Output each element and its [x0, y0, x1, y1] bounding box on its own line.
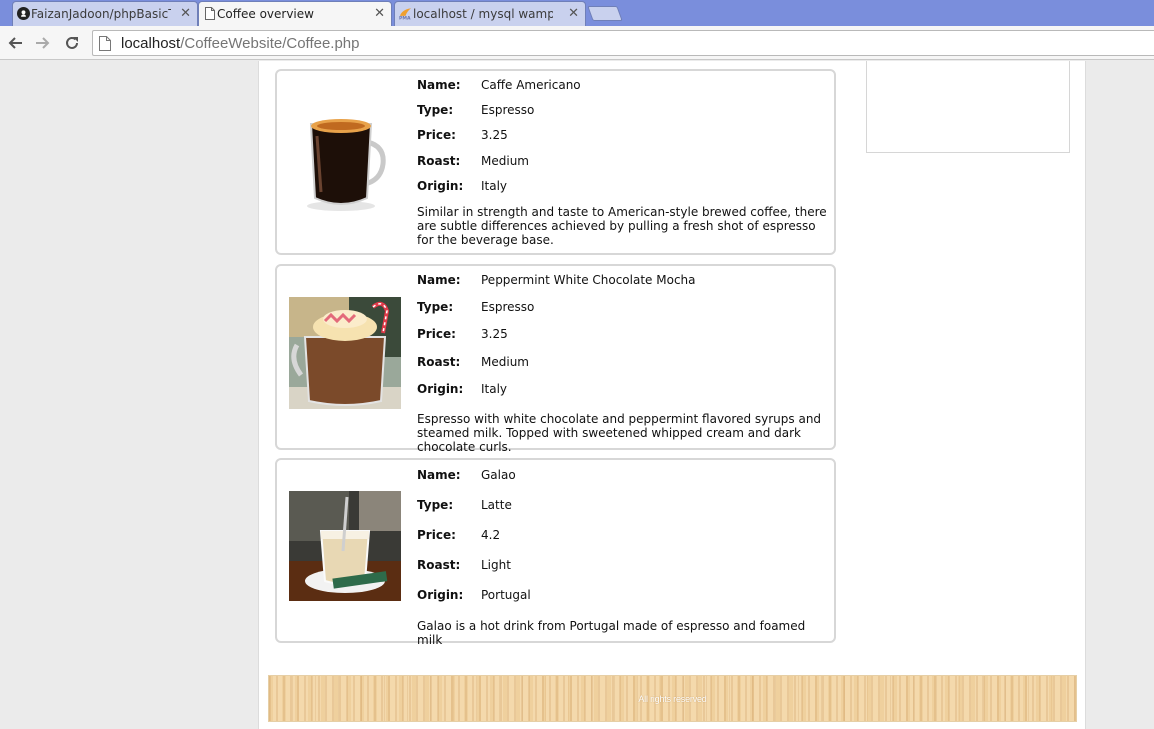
coffee-name: Galao — [481, 468, 516, 482]
reload-button[interactable] — [61, 32, 83, 54]
price-label: Price: — [417, 327, 456, 341]
footer-copyright: All rights reserved — [638, 693, 707, 704]
galao-glass-image — [289, 491, 401, 605]
url-path: /CoffeeWebsite/Coffee.php — [180, 34, 360, 52]
tab-phpmyadmin[interactable]: PMA localhost / mysql wampse ✕ — [394, 1, 586, 26]
type-label: Type: — [417, 498, 454, 512]
url-host: localhost — [121, 34, 181, 52]
coffee-origin: Italy — [481, 382, 508, 396]
back-button[interactable] — [4, 32, 26, 54]
sidebar-panel — [866, 61, 1070, 153]
coffee-roast: Medium — [481, 154, 529, 168]
roast-label: Roast: — [417, 154, 461, 168]
coffee-origin: Italy — [481, 179, 508, 193]
coffee-description: Espresso with white chocolate and pepper… — [417, 412, 822, 454]
page-viewport: Name: Caffe Americano Type: Espresso Price… — [0, 61, 1154, 729]
roast-label: Roast: — [417, 558, 461, 572]
page-icon — [203, 7, 216, 20]
forward-button[interactable] — [32, 32, 54, 54]
name-label: Name: — [417, 273, 461, 287]
origin-label: Origin: — [417, 179, 464, 193]
coffee-card: Name: Peppermint White Chocolate Mocha Ty… — [275, 264, 836, 454]
americano-glass-image — [289, 102, 401, 214]
price-label: Price: — [417, 128, 456, 142]
coffee-roast: Medium — [481, 355, 529, 369]
tab-title: Coffee overview — [217, 7, 314, 21]
coffee-name: Caffe Americano — [481, 78, 581, 92]
close-icon[interactable]: ✕ — [568, 6, 579, 21]
name-label: Name: — [417, 468, 461, 482]
coffee-price: 4.2 — [481, 528, 501, 542]
coffee-price: 3.25 — [481, 128, 508, 142]
coffee-type: Espresso — [481, 300, 535, 314]
coffee-description: Similar in strength and taste to America… — [417, 205, 827, 247]
coffee-type: Latte — [481, 498, 512, 512]
close-icon[interactable]: ✕ — [180, 6, 191, 21]
coffee-description: Galao is a hot drink from Portugal made … — [417, 619, 806, 647]
close-icon[interactable]: ✕ — [374, 6, 385, 21]
page-footer: All rights reserved — [268, 675, 1077, 722]
phpmyadmin-icon: PMA — [399, 7, 412, 20]
url-text: localhost/CoffeeWebsite/Coffee.php — [121, 35, 360, 52]
origin-label: Origin: — [417, 588, 464, 602]
coffee-card: Name: Caffe Americano Type: Espresso Price… — [275, 69, 836, 255]
tab-github[interactable]: FaizanJadoon/phpBasicTe ✕ — [12, 1, 198, 26]
name-label: Name: — [417, 78, 461, 92]
page-content: Name: Caffe Americano Type: Espresso Price… — [258, 61, 1086, 729]
address-bar[interactable]: localhost/CoffeeWebsite/Coffee.php — [92, 30, 1154, 56]
forward-arrow-icon — [36, 37, 50, 49]
coffee-name: Peppermint White Chocolate Mocha — [481, 273, 696, 287]
reload-icon — [66, 36, 78, 49]
coffee-origin: Portugal — [481, 588, 531, 602]
svg-text:PMA: PMA — [399, 16, 411, 20]
page-icon — [99, 35, 113, 51]
tab-title: localhost / mysql wampse — [413, 7, 553, 21]
coffee-roast: Light — [481, 558, 511, 572]
browser-toolbar: localhost/CoffeeWebsite/Coffee.php — [0, 26, 1154, 60]
tab-strip: FaizanJadoon/phpBasicTe ✕ Coffee overvie… — [0, 0, 1154, 26]
github-icon — [17, 7, 30, 20]
origin-label: Origin: — [417, 382, 464, 396]
roast-label: Roast: — [417, 355, 461, 369]
tab-coffee-overview[interactable]: Coffee overview ✕ — [198, 1, 392, 26]
price-label: Price: — [417, 528, 456, 542]
mocha-whipped-cream-image — [289, 297, 401, 409]
type-label: Type: — [417, 300, 454, 314]
back-arrow-icon — [8, 37, 22, 49]
tab-title: FaizanJadoon/phpBasicTe — [31, 7, 171, 21]
coffee-price: 3.25 — [481, 327, 508, 341]
new-tab-button[interactable] — [587, 6, 623, 21]
coffee-card: Name: Galao Type: Latte Price: 4.2 Roast: Li… — [275, 458, 836, 647]
type-label: Type: — [417, 103, 454, 117]
coffee-type: Espresso — [481, 103, 535, 117]
